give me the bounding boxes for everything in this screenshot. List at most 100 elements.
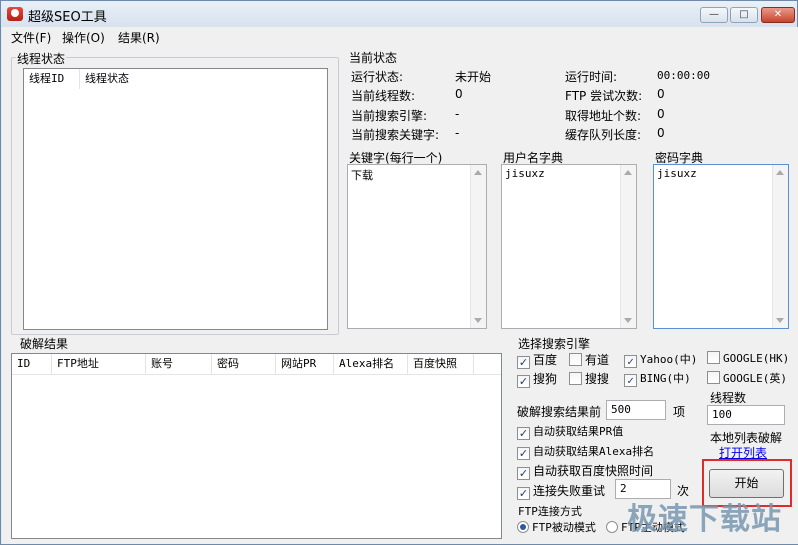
checkbox-bing[interactable]: ✓ bbox=[624, 374, 637, 387]
password-dict-group: 密码字典 jisuxz bbox=[649, 149, 793, 331]
address-count-value: 0 bbox=[657, 107, 665, 121]
main-window: 超级SEO工具 — □ ✕ 文件(F) 操作(O) 结果(R) 线程状态 线程I… bbox=[0, 0, 798, 545]
auto-alexa-label: 自动获取结果Alexa排名 bbox=[533, 445, 655, 458]
scroll-up-icon[interactable] bbox=[776, 170, 784, 175]
checkbox-youdao[interactable] bbox=[569, 353, 582, 366]
current-status-group: 当前状态 运行状态: 未开始 当前线程数: 0 当前搜索引擎: - 当前搜索关键… bbox=[342, 49, 793, 149]
col-baidu-snapshot[interactable]: 百度快照 bbox=[408, 354, 474, 374]
engines-group: 选择搜索引擎 ✓ 百度 有道 ✓ Yahoo(中) GOOGLE(HK) ✓ 搜狗 搜… bbox=[511, 335, 793, 391]
minimize-button[interactable]: — bbox=[700, 7, 728, 23]
queue-length-value: 0 bbox=[657, 126, 665, 140]
app-icon bbox=[7, 7, 23, 21]
radio-passive[interactable] bbox=[517, 521, 529, 533]
menu-bar: 文件(F) 操作(O) 结果(R) bbox=[2, 27, 798, 45]
username-dict-scrollbar[interactable] bbox=[620, 165, 636, 328]
checkbox-google-en[interactable] bbox=[707, 371, 720, 384]
engine-google-hk-label: GOOGLE(HK) bbox=[723, 352, 790, 365]
threads-label: 线程数 bbox=[710, 391, 747, 405]
ftp-passive-radio[interactable]: FTP被动模式 bbox=[517, 519, 596, 535]
scroll-up-icon[interactable] bbox=[624, 170, 632, 175]
engine-sogou-label: 搜狗 bbox=[533, 372, 558, 386]
engine-baidu-checkbox[interactable]: ✓ 百度 bbox=[517, 351, 557, 369]
engine-baidu-label: 百度 bbox=[533, 353, 558, 367]
scroll-up-icon[interactable] bbox=[474, 170, 482, 175]
checkbox-yahoo[interactable]: ✓ bbox=[624, 355, 637, 368]
checkbox-sogou[interactable]: ✓ bbox=[517, 375, 530, 388]
col-thread-status[interactable]: 线程状态 bbox=[80, 69, 180, 89]
keyword-value: - bbox=[455, 126, 460, 140]
col-site-pr[interactable]: 网站PR bbox=[276, 354, 334, 374]
ftp-passive-label: FTP被动模式 bbox=[532, 521, 596, 534]
auto-baidu-checkbox[interactable]: ✓ 自动获取百度快照时间 bbox=[517, 462, 653, 480]
username-dict-textarea[interactable]: jisuxz bbox=[501, 164, 637, 329]
engine-google-en-label: GOOGLE(英) bbox=[723, 372, 787, 385]
scroll-down-icon[interactable] bbox=[776, 318, 784, 323]
checkbox-auto-pr[interactable]: ✓ bbox=[517, 427, 530, 440]
auto-pr-checkbox[interactable]: ✓ 自动获取结果PR值 bbox=[517, 423, 623, 440]
checkbox-soso[interactable] bbox=[569, 372, 582, 385]
crack-unit-label: 项 bbox=[673, 405, 686, 419]
col-account[interactable]: 账号 bbox=[146, 354, 212, 374]
results-list[interactable]: ID FTP地址 账号 密码 网站PR Alexa排名 百度快照 bbox=[11, 353, 502, 539]
engines-label: 选择搜索引擎 bbox=[517, 335, 592, 352]
ftp-attempts-key: FTP 尝试次数: bbox=[565, 89, 643, 103]
col-ftp-address[interactable]: FTP地址 bbox=[52, 354, 146, 374]
menu-operate[interactable]: 操作(O) bbox=[62, 29, 105, 46]
engine-yahoo-label: Yahoo(中) bbox=[640, 353, 698, 366]
results-group: 破解结果 ID FTP地址 账号 密码 网站PR Alexa排名 百度快照 bbox=[11, 335, 503, 539]
queue-length-key: 缓存队列长度: bbox=[565, 128, 642, 142]
threads-input[interactable]: 100 bbox=[707, 405, 785, 425]
crack-count-input[interactable]: 500 bbox=[606, 400, 666, 420]
address-count-key: 取得地址个数: bbox=[565, 109, 642, 123]
checkbox-auto-alexa[interactable]: ✓ bbox=[517, 447, 530, 460]
retry-label: 连接失败重试 bbox=[533, 484, 606, 498]
engine-youdao-checkbox[interactable]: 有道 bbox=[569, 351, 609, 368]
col-thread-id[interactable]: 线程ID bbox=[24, 69, 80, 89]
title-bar: 超级SEO工具 — □ ✕ bbox=[1, 1, 797, 27]
checkbox-google-hk[interactable] bbox=[707, 351, 720, 364]
password-dict-text: jisuxz bbox=[657, 167, 697, 180]
maximize-button[interactable]: □ bbox=[730, 7, 758, 23]
run-status-key: 运行状态: bbox=[351, 70, 404, 84]
keyword-key: 当前搜索关键字: bbox=[351, 128, 440, 142]
password-dict-scrollbar[interactable] bbox=[772, 165, 788, 328]
thread-status-list[interactable]: 线程ID 线程状态 bbox=[23, 68, 328, 330]
checkbox-auto-baidu[interactable]: ✓ bbox=[517, 467, 530, 480]
current-status-label: 当前状态 bbox=[348, 49, 399, 66]
password-dict-textarea[interactable]: jisuxz bbox=[653, 164, 789, 329]
radio-active[interactable] bbox=[606, 521, 618, 533]
checkbox-retry[interactable]: ✓ bbox=[517, 487, 530, 500]
retry-checkbox[interactable]: ✓ 连接失败重试 bbox=[517, 482, 605, 500]
close-button[interactable]: ✕ bbox=[761, 7, 795, 23]
engine-soso-label: 搜搜 bbox=[585, 372, 610, 386]
thread-count-key: 当前线程数: bbox=[351, 89, 416, 103]
keywords-scrollbar[interactable] bbox=[470, 165, 486, 328]
thread-status-group: 线程状态 线程ID 线程状态 bbox=[11, 50, 339, 335]
username-dict-group: 用户名字典 jisuxz bbox=[499, 149, 643, 331]
window-title: 超级SEO工具 bbox=[28, 10, 107, 25]
col-password[interactable]: 密码 bbox=[212, 354, 276, 374]
checkbox-baidu[interactable]: ✓ bbox=[517, 356, 530, 369]
scroll-down-icon[interactable] bbox=[474, 318, 482, 323]
engine-yahoo-checkbox[interactable]: ✓ Yahoo(中) bbox=[624, 351, 697, 368]
col-alexa-rank[interactable]: Alexa排名 bbox=[334, 354, 408, 374]
keywords-textarea[interactable]: 下载 bbox=[347, 164, 487, 329]
menu-file[interactable]: 文件(F) bbox=[11, 29, 51, 46]
engine-value: - bbox=[455, 107, 460, 121]
username-dict-text: jisuxz bbox=[505, 167, 545, 180]
engine-google-en-checkbox[interactable]: GOOGLE(英) bbox=[707, 370, 787, 386]
ftp-mode-label: FTP连接方式 bbox=[517, 503, 583, 519]
thread-count-value: 0 bbox=[455, 87, 463, 101]
engine-youdao-label: 有道 bbox=[585, 353, 610, 367]
engine-sogou-checkbox[interactable]: ✓ 搜狗 bbox=[517, 370, 557, 388]
engine-bing-checkbox[interactable]: ✓ BING(中) bbox=[624, 370, 691, 387]
engine-google-hk-checkbox[interactable]: GOOGLE(HK) bbox=[707, 351, 789, 365]
engine-soso-checkbox[interactable]: 搜搜 bbox=[569, 370, 609, 387]
col-id[interactable]: ID bbox=[12, 354, 52, 374]
results-label: 破解结果 bbox=[19, 335, 70, 352]
scroll-down-icon[interactable] bbox=[624, 318, 632, 323]
auto-alexa-checkbox[interactable]: ✓ 自动获取结果Alexa排名 bbox=[517, 443, 654, 460]
run-time-key: 运行时间: bbox=[565, 70, 618, 84]
auto-pr-label: 自动获取结果PR值 bbox=[533, 425, 624, 438]
menu-results[interactable]: 结果(R) bbox=[118, 29, 160, 46]
